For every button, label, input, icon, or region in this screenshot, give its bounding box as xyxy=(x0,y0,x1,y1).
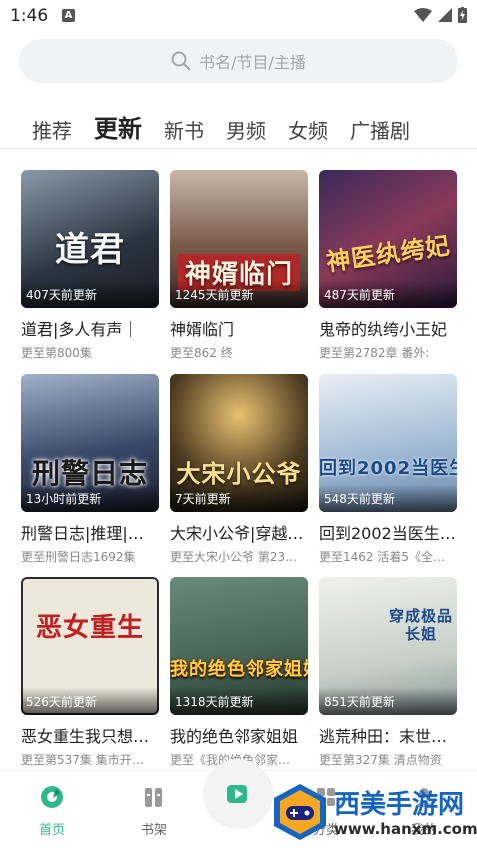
book-progress: 更至第800集 xyxy=(21,346,92,360)
search-placeholder: 书名/节目/主播 xyxy=(199,53,306,72)
nav-label: 首页 xyxy=(38,823,65,838)
update-badge: 487天前更新 xyxy=(324,288,395,302)
tab-recommend[interactable]: 推荐 xyxy=(32,115,72,144)
tabs-divider xyxy=(0,148,477,149)
update-badge: 1245天前更新 xyxy=(175,288,254,302)
nav-home[interactable]: 首页 xyxy=(22,785,82,838)
cover-title: 我的绝色邻家姐姐 xyxy=(170,659,308,680)
book-card[interactable]: 道君 407天前更新 道君|多人有声｜ 更至第800集 xyxy=(21,170,159,361)
book-card[interactable]: 神医纨绔妃 487天前更新 鬼帝的纨绔小王妃 更至第2782章 番外: xyxy=(319,170,457,361)
update-badge: 851天前更新 xyxy=(324,695,395,709)
player-icon xyxy=(227,785,247,803)
book-card[interactable]: 刑警日志 13小时前更新 刑警日志|推理|… 更至刑警日志1692集 xyxy=(21,374,159,565)
notification-icon: A xyxy=(62,9,75,22)
book-cover[interactable]: 神婿临门 1245天前更新 xyxy=(170,170,308,308)
book-title: 鬼帝的纨绔小王妃 xyxy=(319,320,448,339)
book-title: 逃荒种田：末世… xyxy=(319,727,448,746)
cover-title: 恶女重生 xyxy=(35,613,144,643)
book-title: 恶女重生我只想… xyxy=(21,727,150,746)
wifi-icon xyxy=(414,8,432,22)
tab-new-books[interactable]: 新书 xyxy=(164,115,204,144)
book-card[interactable]: 大宋小公爷 7天前更新 大宋小公爷|穿越… 更至大宋小公爷 第23… xyxy=(170,374,308,565)
gamepad-logo-icon xyxy=(274,784,326,840)
watermark-text: 西美手游网 xyxy=(334,790,465,820)
book-card[interactable]: 我的绝色邻家姐姐 1318天前更新 我的绝色邻家姐姐 更至《我的绝色邻家… xyxy=(170,577,308,768)
book-title: 神婿临门 xyxy=(170,320,235,339)
book-title: 刑警日志|推理|… xyxy=(21,524,144,543)
cover-title: 回到2002当医生 xyxy=(319,458,457,479)
book-title: 道君|多人有声｜ xyxy=(21,320,139,339)
tab-radio-drama[interactable]: 广播剧 xyxy=(350,115,410,144)
update-badge: 407天前更新 xyxy=(26,288,97,302)
tab-male[interactable]: 男频 xyxy=(226,115,266,144)
status-time: 1:46 xyxy=(10,6,49,26)
nav-bookshelf[interactable]: 书架 xyxy=(124,785,184,838)
search-icon xyxy=(171,51,191,71)
cover-title: 穿成极品长姐 xyxy=(389,607,454,643)
home-icon xyxy=(41,786,63,808)
book-card[interactable]: 神婿临门 1245天前更新 神婿临门 更至862 终 xyxy=(170,170,308,361)
tab-female[interactable]: 女频 xyxy=(288,115,328,144)
book-cover[interactable]: 刑警日志 13小时前更新 xyxy=(21,374,159,512)
update-badge: 1318天前更新 xyxy=(175,695,254,709)
bookshelf-icon xyxy=(145,788,162,807)
book-progress: 更至862 终 xyxy=(170,346,233,360)
book-progress: 更至1462 活着5《全… xyxy=(319,550,445,564)
book-title: 我的绝色邻家姐姐 xyxy=(170,727,299,746)
book-progress: 更至大宋小公爷 第23… xyxy=(170,550,298,564)
book-cover[interactable]: 我的绝色邻家姐姐 1318天前更新 xyxy=(170,577,308,715)
book-progress: 更至第537集 集市开… xyxy=(21,753,144,767)
book-card[interactable]: 穿成极品长姐 851天前更新 逃荒种田：末世… 更至第327集 清点物资 xyxy=(319,577,457,768)
book-title: 回到2002当医生… xyxy=(319,524,456,543)
book-cover[interactable]: 穿成极品长姐 851天前更新 xyxy=(319,577,457,715)
book-cover[interactable]: 神医纨绔妃 487天前更新 xyxy=(319,170,457,308)
book-card[interactable]: 恶女重生 526天前更新 恶女重生我只想… 更至第537集 集市开… xyxy=(21,577,159,768)
category-tabs: 推荐 更新 新书 男频 女频 广播剧 xyxy=(32,104,432,144)
update-badge: 7天前更新 xyxy=(175,492,231,506)
signal-icon xyxy=(438,8,452,22)
book-cover[interactable]: 大宋小公爷 7天前更新 xyxy=(170,374,308,512)
book-cover[interactable]: 道君 407天前更新 xyxy=(21,170,159,308)
book-progress: 更至第327集 清点物资 xyxy=(319,753,442,767)
watermark-url: www.hanxm.com xyxy=(334,820,477,838)
battery-icon xyxy=(458,7,467,23)
book-progress: 更至刑警日志1692集 xyxy=(21,550,136,564)
book-progress: 更至第2782章 番外: xyxy=(319,346,430,360)
book-cover[interactable]: 回到2002当医生 548天前更新 xyxy=(319,374,457,512)
update-badge: 548天前更新 xyxy=(324,492,395,506)
watermark: 西美手游网 www.hanxm.com xyxy=(268,780,477,848)
tab-update[interactable]: 更新 xyxy=(94,109,142,144)
book-cover[interactable]: 恶女重生 526天前更新 xyxy=(21,577,159,715)
book-card[interactable]: 回到2002当医生 548天前更新 回到2002当医生… 更至1462 活着5《… xyxy=(319,374,457,565)
update-badge: 13小时前更新 xyxy=(26,492,102,506)
cover-title: 道君 xyxy=(55,230,125,270)
book-title: 大宋小公爷|穿越… xyxy=(170,524,304,543)
status-icons xyxy=(414,7,467,23)
search-bar[interactable]: 书名/节目/主播 xyxy=(19,39,458,83)
update-badge: 526天前更新 xyxy=(26,695,97,709)
status-bar: 1:46 A xyxy=(0,0,477,34)
nav-label: 书架 xyxy=(140,823,167,838)
player-button[interactable] xyxy=(203,759,273,829)
